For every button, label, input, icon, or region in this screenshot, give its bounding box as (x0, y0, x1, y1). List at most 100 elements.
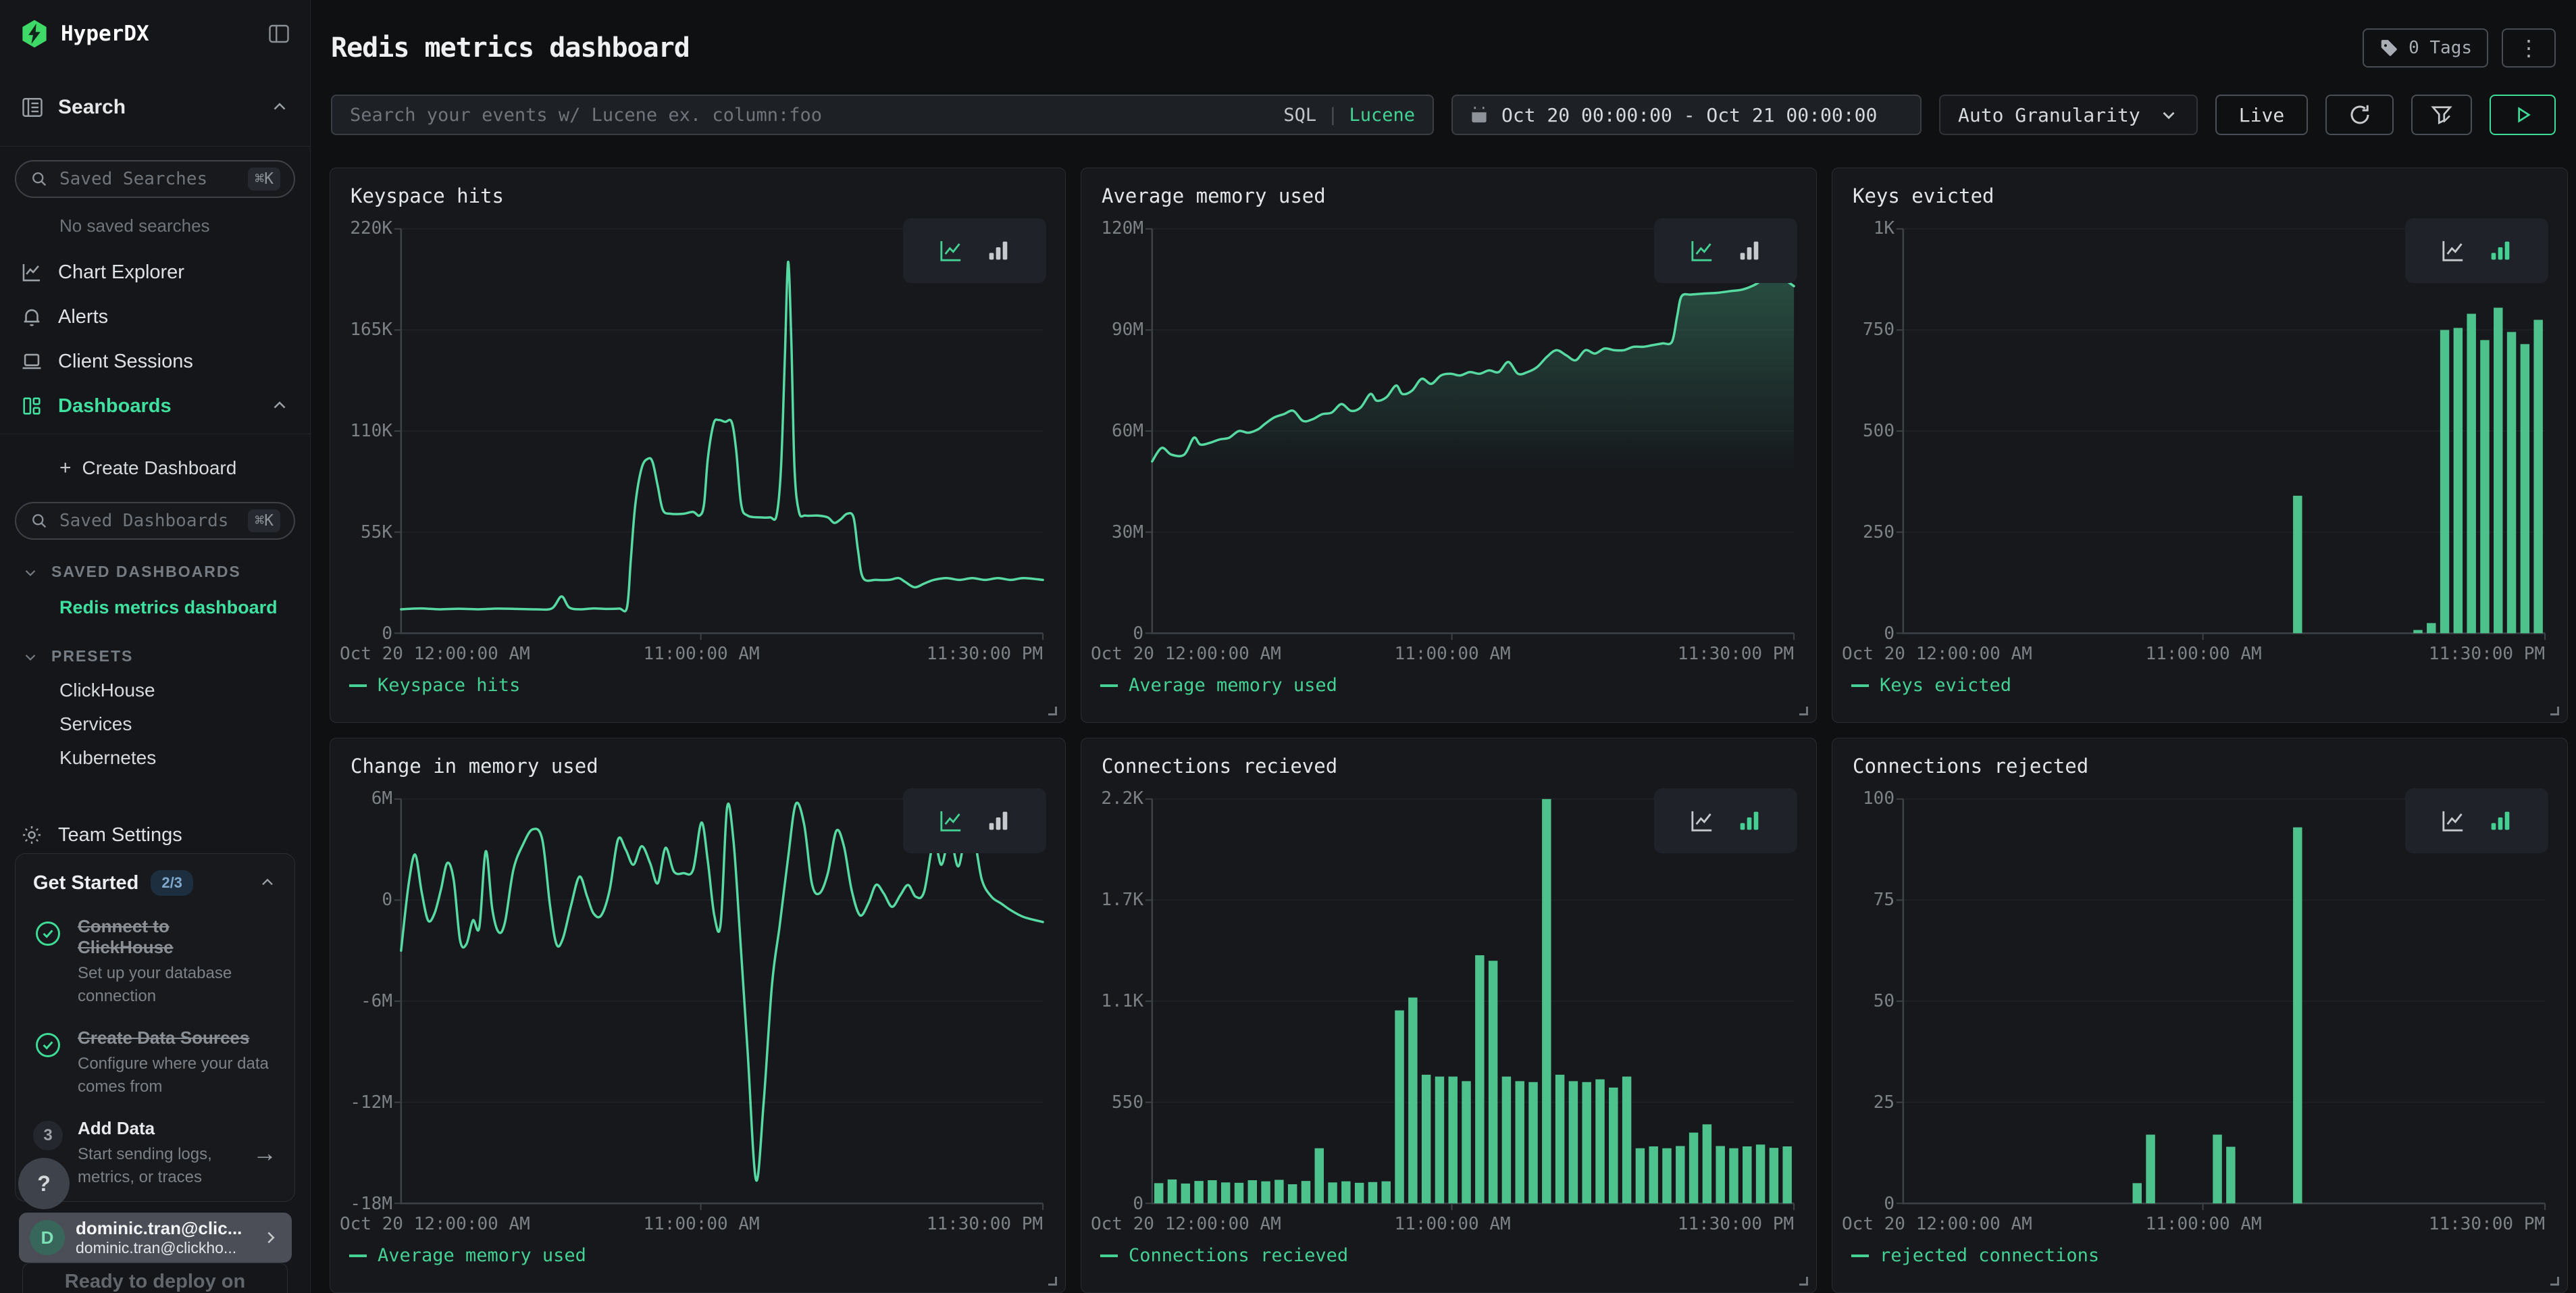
granularity-dropdown[interactable]: Auto Granularity (1939, 95, 2198, 135)
filter-button[interactable] (2411, 95, 2472, 135)
brand-name: HyperDX (61, 22, 149, 46)
help-button[interactable]: ? (18, 1158, 70, 1209)
line-chart-icon[interactable] (2440, 807, 2467, 834)
chart-type-toggle (2405, 218, 2548, 283)
bar-chart-icon[interactable] (985, 807, 1012, 834)
run-query-button[interactable] (2490, 95, 2556, 135)
chart-legend: Keyspace hits (349, 675, 520, 696)
x-tick-label: Oct 20 12:00:00 AM (340, 644, 530, 664)
create-dashboard-button[interactable]: + Create Dashboard (0, 448, 310, 488)
bar-chart-icon[interactable] (2487, 807, 2514, 834)
x-axis-labels: Oct 20 12:00:00 AM11:00:00 AM11:30:00 PM (1832, 644, 2567, 668)
saved-searches-placeholder: Saved Searches (59, 169, 207, 189)
kebab-icon: ⋮ (2518, 35, 2540, 61)
more-options-button[interactable]: ⋮ (2502, 28, 2556, 68)
y-tick-label: -6M (330, 991, 392, 1011)
resize-handle[interactable] (1799, 1277, 1808, 1286)
filter-icon (2429, 103, 2454, 127)
bar-chart-icon[interactable] (1736, 237, 1763, 264)
cloud-promo-text: Ready to deploy on ClickHouse Cloud? (0, 1269, 310, 1293)
resize-handle[interactable] (1799, 707, 1808, 715)
tag-icon (2379, 38, 2399, 58)
y-axis-labels: 1K7505002500 (1832, 168, 1895, 722)
saved-dashboards-input[interactable]: Saved Dashboards ⌘K (15, 502, 295, 540)
get-started-item-sources[interactable]: Create Data Sources Configure where your… (33, 1028, 277, 1098)
saved-dashboards-placeholder: Saved Dashboards (59, 511, 228, 531)
y-axis-labels: 120M90M60M30M0 (1081, 168, 1143, 722)
chart-type-toggle (2405, 788, 2548, 853)
x-axis-labels: Oct 20 12:00:00 AM11:00:00 AM11:30:00 PM (330, 644, 1065, 668)
user-profile-chip[interactable]: D dominic.tran@clic... dominic.tran@clic… (19, 1213, 292, 1263)
chart-panel-keys-evicted: Keys evicted 1K7505002500 Oct 20 12:00:0… (1832, 168, 2568, 723)
line-chart-icon[interactable] (937, 807, 964, 834)
check-circle-icon (33, 1028, 78, 1098)
chart-panel-memory-change: Change in memory used 6M0-6M-12M-18M Oct… (330, 738, 1066, 1293)
x-tick-label: 11:30:00 PM (927, 644, 1043, 664)
refresh-icon (2348, 103, 2372, 127)
nav-label: Alerts (58, 306, 108, 328)
bar-chart-icon[interactable] (985, 237, 1012, 264)
sidebar-item-clickhouse[interactable]: ClickHouse (0, 674, 310, 707)
y-tick-label: 1.7K (1081, 890, 1143, 910)
live-button[interactable]: Live (2215, 95, 2308, 135)
play-icon (2512, 104, 2533, 126)
y-tick-label: 90M (1081, 320, 1143, 340)
sidebar-item-services[interactable]: Services (0, 707, 310, 741)
sql-mode-toggle[interactable]: SQL (1283, 105, 1316, 126)
get-started-item-connect[interactable]: Connect to ClickHouse Set up your databa… (33, 916, 277, 1007)
bar-chart-icon[interactable] (1736, 807, 1763, 834)
x-axis-labels: Oct 20 12:00:00 AM11:00:00 AM11:30:00 PM (1081, 644, 1816, 668)
chart-type-toggle (1654, 788, 1797, 853)
resize-handle[interactable] (2550, 1277, 2559, 1286)
granularity-value: Auto Granularity (1958, 104, 2140, 126)
lucene-mode-toggle[interactable]: Lucene (1349, 105, 1415, 126)
sidebar-item-client-sessions[interactable]: Client Sessions (0, 339, 310, 384)
y-tick-label: 25 (1832, 1092, 1895, 1113)
x-tick-label: 11:30:00 PM (1678, 1214, 1794, 1234)
sidebar-item-chart-explorer[interactable]: Chart Explorer (0, 250, 310, 295)
chart-legend: Average memory used (349, 1245, 586, 1266)
sidebar-item-redis-dashboard[interactable]: Redis metrics dashboard (0, 590, 310, 624)
line-chart-icon[interactable] (1689, 237, 1716, 264)
bar-chart-icon[interactable] (2487, 237, 2514, 264)
refresh-button[interactable] (2325, 95, 2394, 135)
search-input[interactable]: Search your events w/ Lucene ex. column:… (331, 95, 1434, 135)
legend-swatch (349, 1254, 367, 1257)
chevron-right-icon (261, 1227, 281, 1248)
y-tick-label: 0 (1081, 1194, 1143, 1214)
create-dashboard-label: Create Dashboard (82, 457, 237, 479)
chevron-down-icon (22, 563, 39, 581)
team-settings-label: Team Settings (58, 824, 182, 846)
sidebar-item-dashboards[interactable]: Dashboards (0, 384, 310, 428)
resize-handle[interactable] (1048, 1277, 1057, 1286)
sidebar-item-team-settings[interactable]: Team Settings (0, 813, 310, 857)
calendar-icon (1469, 105, 1489, 125)
presets-group[interactable]: PRESETS (22, 647, 310, 665)
y-tick-label: 110K (330, 421, 392, 441)
search-icon (30, 511, 49, 530)
chart-panel-average-memory: Average memory used 120M90M60M30M0 Oct 2… (1081, 168, 1817, 723)
line-chart-icon[interactable] (2440, 237, 2467, 264)
sidebar-item-kubernetes[interactable]: Kubernetes (0, 741, 310, 775)
get-started-item-add-data[interactable]: 3 Add Data Start sending logs, metrics, … (33, 1118, 277, 1188)
check-circle-icon (33, 916, 78, 1007)
sidebar-item-search[interactable]: Search (0, 85, 310, 130)
saved-dashboards-group[interactable]: SAVED DASHBOARDS (22, 563, 310, 581)
y-axis-labels: 220K165K110K55K0 (330, 168, 392, 722)
line-chart-icon[interactable] (1689, 807, 1716, 834)
line-chart-icon[interactable] (937, 237, 964, 264)
x-tick-label: 11:30:00 PM (2429, 1214, 2545, 1234)
titlebar: Redis metrics dashboard 0 Tags ⋮ (311, 0, 2576, 73)
tags-button[interactable]: 0 Tags (2363, 28, 2488, 68)
y-tick-label: 0 (1832, 624, 1895, 644)
get-started-header[interactable]: Get Started 2/3 (33, 870, 277, 896)
date-range-picker[interactable]: Oct 20 00:00:00 - Oct 21 00:00:00 (1451, 95, 1922, 135)
x-axis-labels: Oct 20 12:00:00 AM11:00:00 AM11:30:00 PM (1832, 1214, 2567, 1238)
resize-handle[interactable] (2550, 707, 2559, 715)
plus-icon: + (59, 457, 72, 480)
resize-handle[interactable] (1048, 707, 1057, 715)
saved-searches-input[interactable]: Saved Searches ⌘K (15, 160, 295, 198)
sidebar-collapse-icon[interactable] (267, 22, 291, 46)
item-desc: Set up your database connection (78, 962, 277, 1007)
sidebar-item-alerts[interactable]: Alerts (0, 295, 310, 339)
